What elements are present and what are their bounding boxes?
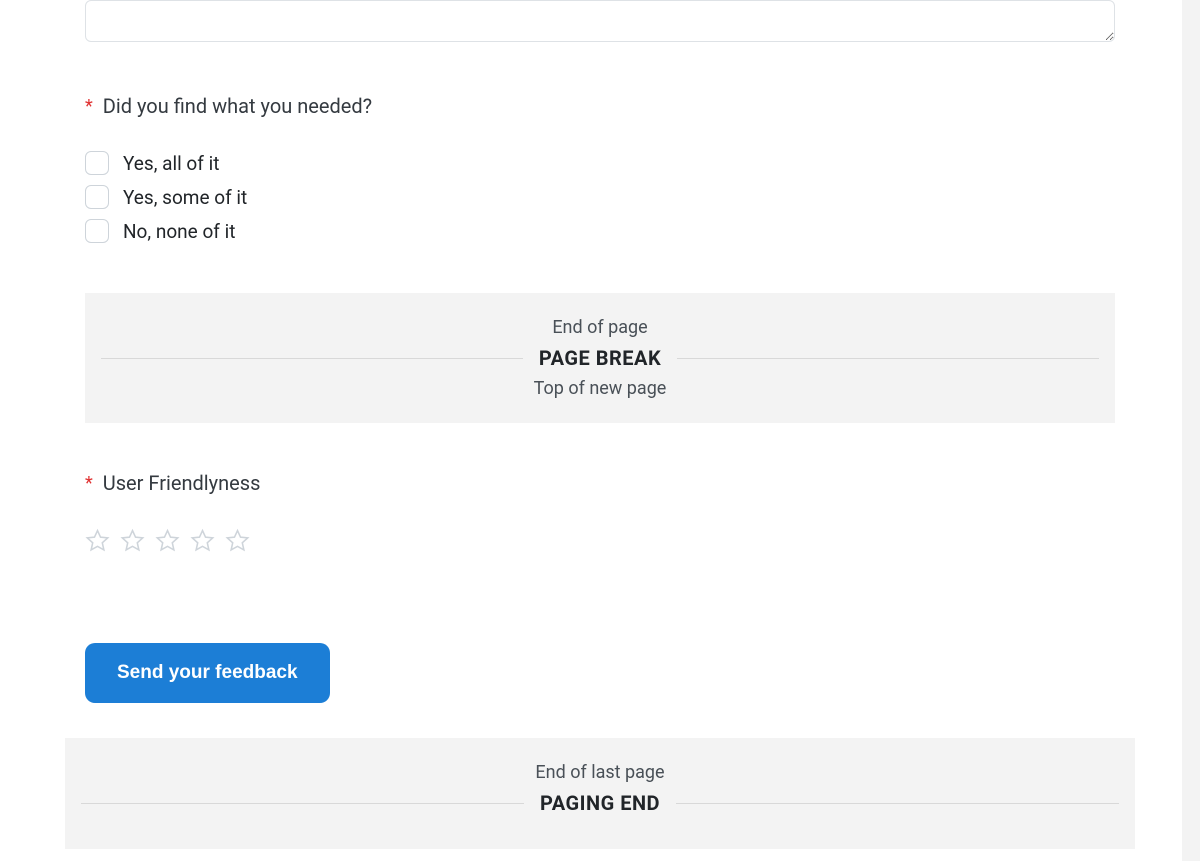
page-break-label: PAGE BREAK bbox=[539, 346, 661, 370]
checkbox-option: Yes, some of it bbox=[85, 185, 1115, 209]
question-text: Did you find what you needed? bbox=[103, 94, 372, 118]
content-area: * Did you find what you needed? Yes, all… bbox=[0, 0, 1200, 849]
page-break-top-text: End of page bbox=[101, 317, 1099, 338]
required-indicator: * bbox=[85, 94, 93, 119]
star-icon[interactable] bbox=[190, 528, 215, 553]
form-canvas: * Did you find what you needed? Yes, all… bbox=[0, 0, 1200, 861]
divider-line bbox=[677, 358, 1099, 359]
submit-button[interactable]: Send your feedback bbox=[85, 643, 330, 703]
question-label-row: * User Friendlyness bbox=[85, 471, 1115, 496]
question-label-row: * Did you find what you needed? bbox=[85, 94, 1115, 119]
checkbox-option: No, none of it bbox=[85, 219, 1115, 243]
textarea-input[interactable] bbox=[85, 0, 1115, 42]
paging-end-divider: PAGING END bbox=[81, 791, 1119, 815]
paging-end: End of last page PAGING END bbox=[65, 738, 1135, 849]
submit-block: Send your feedback bbox=[0, 643, 1200, 703]
star-icon[interactable] bbox=[155, 528, 180, 553]
star-rating bbox=[85, 528, 1115, 553]
checkbox-option: Yes, all of it bbox=[85, 151, 1115, 175]
checkbox-label: Yes, all of it bbox=[123, 152, 219, 175]
paging-end-label: PAGING END bbox=[540, 791, 660, 815]
required-indicator: * bbox=[85, 471, 93, 496]
divider-line bbox=[676, 803, 1119, 804]
page-break: End of page PAGE BREAK Top of new page bbox=[85, 293, 1115, 423]
checkbox-question: * Did you find what you needed? Yes, all… bbox=[0, 94, 1200, 243]
right-edge bbox=[1182, 0, 1200, 861]
page-break-divider: PAGE BREAK bbox=[101, 346, 1099, 370]
divider-line bbox=[81, 803, 524, 804]
checkbox-input[interactable] bbox=[85, 151, 109, 175]
star-icon[interactable] bbox=[120, 528, 145, 553]
divider-line bbox=[101, 358, 523, 359]
rating-question: * User Friendlyness bbox=[0, 471, 1200, 553]
paging-end-top-text: End of last page bbox=[81, 762, 1119, 783]
checkbox-input[interactable] bbox=[85, 185, 109, 209]
textarea-question bbox=[0, 0, 1200, 46]
checkbox-list: Yes, all of it Yes, some of it No, none … bbox=[85, 151, 1115, 243]
checkbox-label: No, none of it bbox=[123, 220, 235, 243]
star-icon[interactable] bbox=[225, 528, 250, 553]
question-text: User Friendlyness bbox=[103, 471, 261, 495]
star-icon[interactable] bbox=[85, 528, 110, 553]
checkbox-label: Yes, some of it bbox=[123, 186, 247, 209]
checkbox-input[interactable] bbox=[85, 219, 109, 243]
page-break-bottom-text: Top of new page bbox=[101, 378, 1099, 399]
